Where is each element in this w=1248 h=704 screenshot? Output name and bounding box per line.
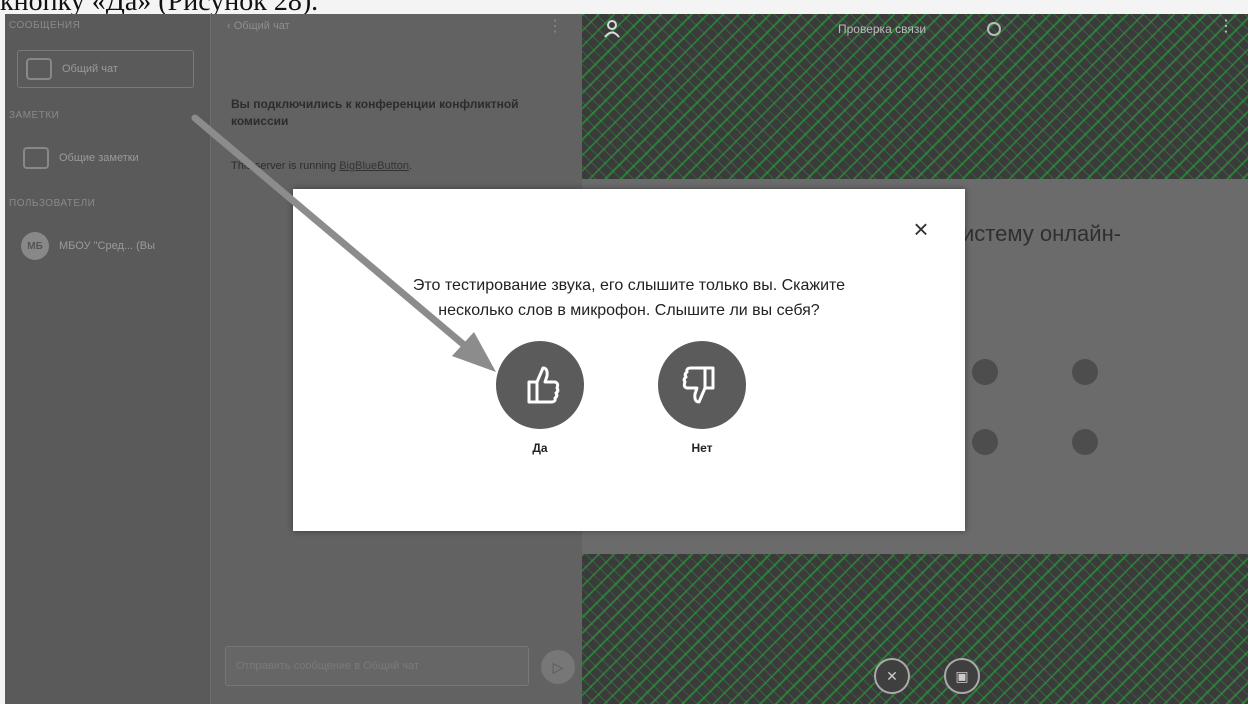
mute-audio-button[interactable]: ✕ <box>874 658 910 694</box>
welcome-message: Вы подключились к конференции конфликтно… <box>231 97 519 128</box>
echo-test-text-line2: несколько слов в микрофон. Слышите ли вы… <box>438 302 820 319</box>
send-message-button[interactable]: ▷ <box>541 650 575 684</box>
thumbs-up-icon[interactable] <box>496 341 584 429</box>
user-list-icon[interactable] <box>604 20 620 43</box>
avatar: МБ <box>21 232 49 260</box>
chat-message-input[interactable]: Отправить сообщение в Общий чат <box>225 646 529 686</box>
camera-button[interactable]: ▣ <box>944 658 980 694</box>
public-chat-label: Общий чат <box>62 63 118 75</box>
server-message-suffix: . <box>408 160 412 172</box>
yes-button[interactable]: Да <box>495 341 585 455</box>
shared-notes-item[interactable]: Общие заметки <box>15 140 139 176</box>
echo-test-dialog: × Это тестирование звука, его слышите то… <box>293 189 965 531</box>
slide-item-icon <box>1072 429 1098 455</box>
user-item[interactable]: МБ МБОУ "Сред... (Вы <box>15 228 155 264</box>
chat-header-back[interactable]: ‹ Общий чат <box>227 20 290 32</box>
conference-screen: СООБЩЕНИЯ Общий чат ЗАМЕТКИ Общие заметк… <box>5 14 1248 704</box>
slide-item-icon <box>1072 359 1098 385</box>
notes-icon <box>23 147 49 169</box>
slide-item-icon <box>972 359 998 385</box>
bigbluebutton-link[interactable]: BigBlueButton <box>339 160 409 172</box>
section-notes-title: ЗАМЕТКИ <box>9 110 60 121</box>
messages-panel: СООБЩЕНИЯ Общий чат ЗАМЕТКИ Общие заметк… <box>5 14 210 704</box>
thumbs-down-icon[interactable] <box>658 341 746 429</box>
no-label: Нет <box>691 441 713 455</box>
slide-item <box>972 429 1004 455</box>
meeting-title: Проверка связи <box>838 22 927 36</box>
chat-menu-icon[interactable]: ⋮ <box>547 16 563 36</box>
slide-heading: истему онлайн- <box>962 221 1122 246</box>
slide-item-icon <box>972 429 998 455</box>
top-video-band <box>582 14 1248 179</box>
bottom-video-band <box>582 554 1248 704</box>
yes-label: Да <box>532 441 548 455</box>
no-button[interactable]: Нет <box>657 341 747 455</box>
shared-notes-label: Общие заметки <box>59 152 139 164</box>
section-users-title: ПОЛЬЗОВАТЕЛИ <box>9 198 96 209</box>
slide-item <box>972 359 1004 385</box>
section-messages-title: СООБЩЕНИЯ <box>9 20 81 31</box>
slide-item <box>1072 359 1104 385</box>
public-chat-item[interactable]: Общий чат <box>17 50 194 88</box>
user-name: МБОУ "Сред... (Вы <box>59 240 156 252</box>
slide-item <box>1072 429 1104 455</box>
echo-test-question: Это тестирование звука, его слышите толь… <box>293 273 965 323</box>
server-message: This server is running BigBlueButton. <box>231 160 412 172</box>
record-icon[interactable] <box>987 22 1001 36</box>
options-menu-icon[interactable]: ⋮ <box>1218 16 1234 36</box>
chat-icon <box>26 58 52 80</box>
server-message-prefix: This server is running <box>231 160 340 172</box>
echo-test-text-line1: Это тестирование звука, его слышите толь… <box>412 277 846 294</box>
close-icon[interactable]: × <box>907 215 935 243</box>
